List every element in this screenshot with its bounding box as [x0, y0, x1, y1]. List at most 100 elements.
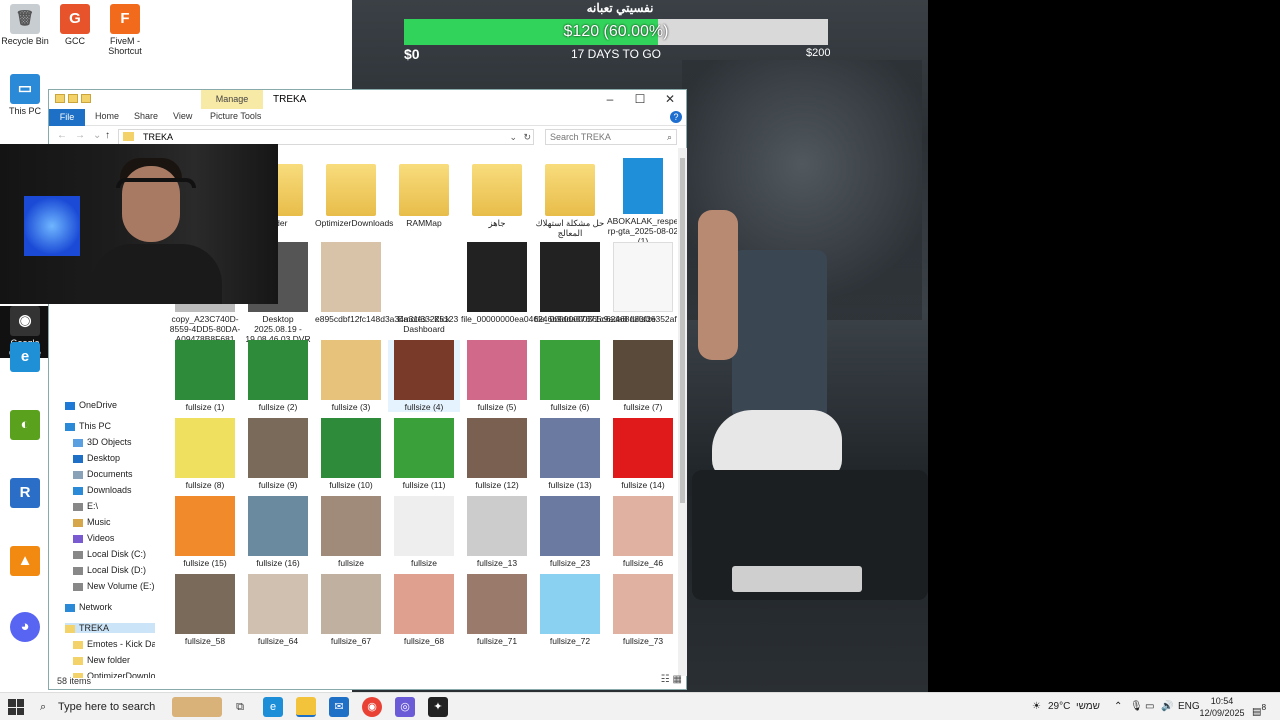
file-item[interactable]: file_00000000ea046246b9dda07871c9ada8 — [461, 242, 627, 324]
file-item[interactable]: fullsize_68 — [388, 574, 460, 646]
file-item[interactable]: fullsize_64 — [242, 574, 314, 646]
address-bar[interactable]: TREKA ⌄ ↻ — [118, 129, 534, 145]
file-item[interactable]: fullsize (12) — [461, 418, 533, 490]
refresh-icon[interactable]: ↻ — [523, 130, 531, 144]
nav-item[interactable]: Desktop — [73, 453, 120, 463]
file-item[interactable]: fullsize_67 — [315, 574, 387, 646]
desktop-icon-gcc[interactable]: G GCC — [50, 4, 100, 46]
chevron-down-icon[interactable]: ⌄ — [509, 130, 517, 144]
up-icon[interactable]: ↑ — [105, 130, 110, 141]
close-icon[interactable]: ✕ — [655, 91, 685, 107]
search-input[interactable]: Search TREKA ⌕ — [545, 129, 677, 145]
file-item[interactable]: ABOKALAK_respect-rp-gta_2025-08-02 (1) — [607, 158, 677, 246]
file-item[interactable]: fullsize (2) — [242, 340, 314, 412]
file-item[interactable]: fullsize (16) — [242, 496, 314, 568]
weather-desc[interactable]: שמשי — [1076, 693, 1100, 720]
file-item[interactable]: fullsize (9) — [242, 418, 314, 490]
nav-item[interactable]: E:\ — [73, 501, 98, 511]
vertical-scrollbar[interactable] — [678, 148, 687, 676]
title-bar[interactable]: Manage TREKA – ☐ ✕ — [49, 90, 686, 109]
nav-item[interactable]: Downloads — [73, 485, 132, 495]
obs-icon[interactable]: ◎ — [395, 697, 415, 717]
view-toggle-icons[interactable]: ☷ ▦ — [661, 674, 682, 685]
nav-item[interactable]: Local Disk (D:) — [73, 565, 146, 575]
nav-item[interactable]: This PC — [65, 421, 111, 431]
nav-item[interactable]: OneDrive — [65, 400, 117, 410]
tab-view[interactable]: View — [173, 111, 192, 121]
desktop-icon-nvidia[interactable]: ◐ NVIDIA App — [0, 410, 50, 452]
file-item[interactable]: fullsize (5) — [461, 340, 533, 412]
file-item[interactable]: e895cdbf12fc148d3a34a31f33225123 — [315, 242, 458, 324]
desktop-icon-this-pc[interactable]: ▭ This PC — [0, 74, 50, 116]
mail-icon[interactable]: ✉ — [329, 697, 349, 717]
maximize-icon[interactable]: ☐ — [625, 91, 655, 107]
file-item[interactable]: fullsize_58 — [169, 574, 241, 646]
scrollbar-thumb[interactable] — [680, 158, 685, 503]
file-item[interactable]: fullsize_46 — [607, 496, 677, 568]
nav-item[interactable]: New folder — [73, 655, 130, 665]
nav-item[interactable]: Documents — [73, 469, 133, 479]
recent-locations-icon[interactable]: ⌄ — [93, 130, 101, 141]
file-item[interactable]: حل مشكلة استهلاك المعالج — [534, 158, 606, 238]
clock[interactable]: 10:54 12/09/2025 — [1198, 695, 1246, 719]
file-item[interactable]: fullsize (13) — [534, 418, 606, 490]
manage-tab[interactable]: Manage — [201, 90, 263, 109]
nav-item[interactable]: Music — [73, 517, 111, 527]
nav-item[interactable]: Local Disk (C:) — [73, 549, 146, 559]
notification-icon[interactable]: ▤8 — [1252, 693, 1266, 720]
file-item[interactable]: fullsize_13 — [461, 496, 533, 568]
weather-icon[interactable]: ☀ — [1032, 693, 1041, 720]
file-item[interactable]: fullsize — [388, 496, 460, 568]
edge-taskbar-icon[interactable]: e — [263, 697, 283, 717]
file-item[interactable]: fullsize_23 — [534, 496, 606, 568]
nav-item[interactable]: 3D Objects — [73, 437, 132, 447]
task-view-icon[interactable]: ⧉ — [230, 697, 250, 717]
file-item[interactable]: fullsize (6) — [534, 340, 606, 412]
forward-icon[interactable]: → — [75, 130, 85, 141]
weather-temp[interactable]: 29°C — [1048, 693, 1070, 720]
tab-home[interactable]: Home — [95, 111, 119, 121]
file-item[interactable]: fullsize_72 — [534, 574, 606, 646]
desktop-icon-edge[interactable]: e Microsoft Edge — [0, 342, 50, 394]
network-icon[interactable]: ▭ — [1145, 693, 1154, 720]
desktop-icon-discord[interactable]: ◕ Discord — [0, 612, 50, 654]
tab-file[interactable]: File — [49, 109, 85, 126]
tab-picture-tools[interactable]: Picture Tools — [210, 111, 261, 121]
file-item[interactable]: fullsize (4) — [388, 340, 460, 412]
file-item[interactable]: fullsize (8) — [169, 418, 241, 490]
file-item[interactable]: file_00000000365c62468d80f36352afd9ff — [534, 242, 677, 324]
desktop-icon-recycle-bin[interactable]: 🗑 Recycle Bin — [0, 4, 50, 46]
file-explorer-taskbar-icon[interactable] — [296, 697, 316, 717]
start-button[interactable] — [8, 699, 24, 715]
file-item[interactable]: OptimizerDownloads — [315, 158, 393, 228]
file-item[interactable]: جاهز — [461, 158, 533, 228]
help-icon[interactable]: ? — [670, 111, 682, 123]
file-item[interactable]: fullsize (1) — [169, 340, 241, 412]
file-item[interactable]: Emotes - Kick Dashboard — [388, 242, 460, 334]
nav-item[interactable]: Emotes - Kick Dashl — [73, 639, 155, 649]
desktop-icon-fivem[interactable]: F FiveM - Shortcut — [100, 4, 150, 56]
app-taskbar-icon[interactable]: ✦ — [428, 697, 448, 717]
file-item[interactable]: fullsize_73 — [607, 574, 677, 646]
back-icon[interactable]: ← — [57, 130, 67, 141]
nav-item[interactable]: New Volume (E:) — [73, 581, 155, 591]
file-item[interactable]: fullsize (11) — [388, 418, 460, 490]
microphone-icon[interactable]: 🎙 — [1130, 693, 1143, 720]
volume-icon[interactable]: 🔊 — [1161, 693, 1173, 720]
file-item[interactable]: fullsize (3) — [315, 340, 387, 412]
nav-item[interactable]: TREKA — [65, 623, 155, 633]
chevron-up-icon[interactable]: ⌃ — [1114, 693, 1122, 720]
language-indicator[interactable]: ENG — [1178, 693, 1200, 720]
desktop-icon-vlc[interactable]: ▲ VLC media player — [0, 546, 50, 598]
tab-share[interactable]: Share — [134, 111, 158, 121]
file-item[interactable]: fullsize — [315, 496, 387, 568]
desktop-icon-revo[interactable]: R Revo Uninstaller — [0, 478, 50, 530]
file-item[interactable]: fullsize (10) — [315, 418, 387, 490]
nav-item[interactable]: Network — [65, 602, 112, 612]
file-item[interactable]: fullsize (15) — [169, 496, 241, 568]
file-item[interactable]: fullsize_71 — [461, 574, 533, 646]
minimize-icon[interactable]: – — [595, 91, 625, 107]
file-item[interactable]: RAMMap — [388, 158, 460, 228]
nav-item[interactable]: Videos — [73, 533, 114, 543]
file-item[interactable]: fullsize (7) — [607, 340, 677, 412]
